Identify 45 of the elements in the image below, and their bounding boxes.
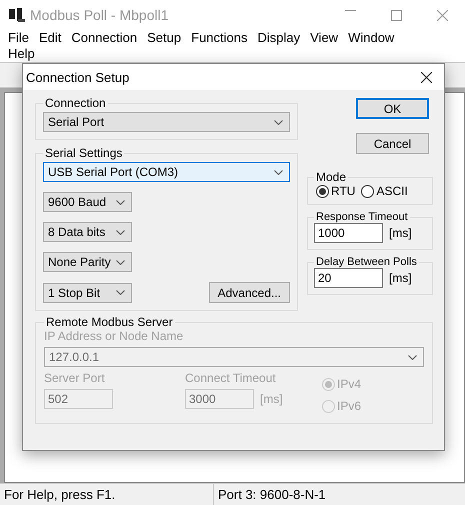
radio-label: IPv6	[337, 399, 362, 413]
dropdown[interactable]: USB Serial Port (COM3)	[43, 162, 290, 182]
dialog-button[interactable]: OK	[356, 98, 429, 119]
dropdown[interactable]: None Parity	[43, 252, 132, 272]
group-label: Connection	[44, 96, 107, 110]
radio-label: ASCII	[376, 184, 408, 198]
dialog-title: Connection Setup	[26, 70, 130, 84]
status-text: Port 3: 9600-8-N-1	[217, 486, 327, 504]
group-label: Serial Settings	[44, 146, 124, 160]
menu-item[interactable]: Edit	[34, 30, 66, 46]
unit-label: [ms]	[389, 271, 412, 285]
menu-item[interactable]: Help	[4, 46, 39, 62]
menu-item[interactable]: Connection	[67, 30, 142, 46]
group-label: Response Timeout	[315, 211, 409, 223]
group-label: Mode	[315, 170, 348, 184]
status-text: For Help, press F1.	[0, 484, 214, 505]
radio-label: RTU	[331, 184, 356, 198]
radio-button[interactable]	[316, 184, 329, 198]
radio-button[interactable]	[361, 184, 374, 198]
maximize-icon[interactable]	[390, 10, 402, 20]
menu-item[interactable]: Functions	[187, 30, 252, 46]
dropdown[interactable]: Serial Port	[43, 112, 290, 132]
group-label: Remote Modbus Server	[45, 315, 174, 329]
menu-item[interactable]: Window	[344, 30, 398, 46]
app-icon	[8, 7, 26, 23]
input-field[interactable]: 20	[314, 268, 383, 288]
dropdown[interactable]: 9600 Baud	[43, 192, 132, 212]
advanced-button[interactable]: Advanced...	[208, 282, 290, 303]
menu-item[interactable]: Setup	[143, 30, 186, 46]
window-title: Modbus Poll - Mbpoll1	[30, 7, 169, 23]
radio-label: IPv4	[337, 377, 362, 391]
dialog-button[interactable]: Cancel	[356, 133, 429, 154]
close-icon[interactable]	[421, 72, 432, 82]
dropdown[interactable]: 8 Data bits	[43, 222, 132, 242]
menu-item[interactable]: File	[4, 30, 33, 46]
unit-label: [ms]	[260, 392, 283, 406]
field-label: Connect Timeout	[185, 371, 277, 385]
menu-item[interactable]: View	[306, 30, 342, 46]
input-field[interactable]: 1000	[314, 223, 383, 243]
dropdown[interactable]: 1 Stop Bit	[43, 282, 132, 302]
menu-item[interactable]: Display	[254, 30, 304, 46]
field-label: Server Port	[44, 371, 106, 385]
field-label: IP Address or Node Name	[44, 329, 184, 343]
unit-label: [ms]	[389, 226, 412, 240]
group-label: Delay Between Polls	[315, 256, 418, 268]
